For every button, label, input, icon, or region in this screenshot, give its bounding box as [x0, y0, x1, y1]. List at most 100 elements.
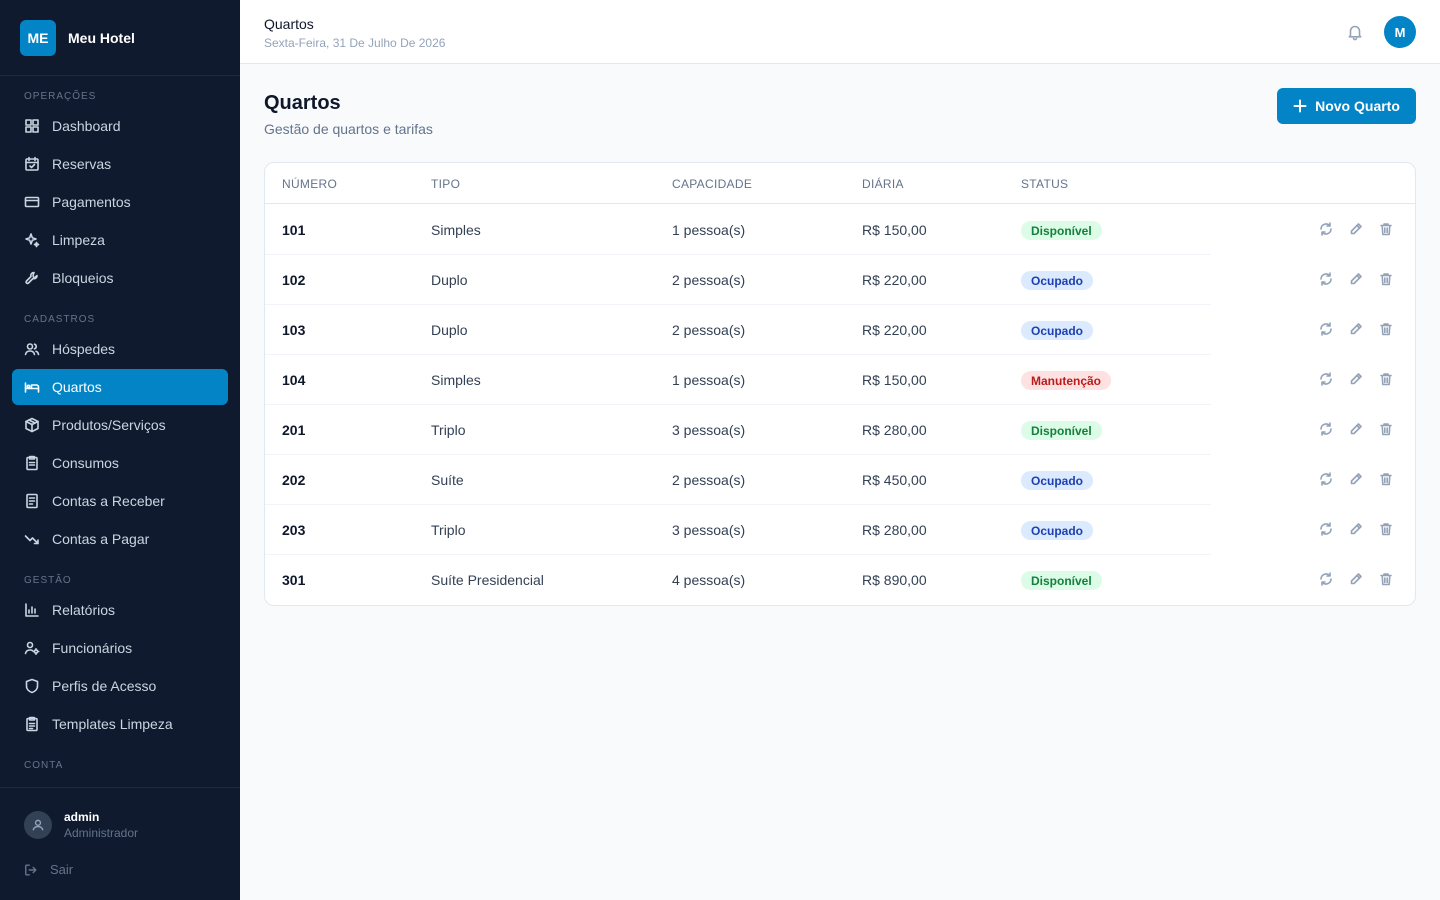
refresh-icon	[1319, 572, 1333, 590]
table-row[interactable]: 301 Suíte Presidencial 4 pessoa(s) R$ 890,0…	[265, 555, 1415, 605]
refresh-status-button[interactable]	[1319, 372, 1335, 388]
nav-section-conta: CONTA	[24, 760, 64, 771]
bed-icon	[24, 382, 40, 393]
page-title: Quartos	[264, 92, 341, 114]
delete-button[interactable]	[1379, 372, 1395, 388]
column-header-diaria[interactable]: DIÁRIA	[862, 177, 904, 191]
rooms-table: NÚMERO TIPO CAPACIDADE DIÁRIA STATUS 101…	[264, 162, 1416, 606]
refresh-status-button[interactable]	[1319, 272, 1335, 288]
table-header: NÚMERO TIPO CAPACIDADE DIÁRIA STATUS	[265, 163, 1415, 204]
brand-logo[interactable]: ME	[20, 19, 56, 56]
user-avatar-button[interactable]: M	[1384, 16, 1416, 48]
column-header-status[interactable]: STATUS	[1021, 177, 1068, 191]
column-header-capacidade[interactable]: CAPACIDADE	[672, 177, 752, 191]
pencil-icon	[1349, 523, 1363, 540]
edit-button[interactable]	[1349, 222, 1365, 238]
cell-diaria: R$ 280,00	[862, 422, 927, 438]
sidebar-item-bloqueios[interactable]: Bloqueios	[12, 260, 228, 296]
nav-section-operacoes: OPERAÇÕES	[24, 91, 97, 102]
package-icon	[25, 417, 39, 433]
pencil-icon	[1349, 373, 1363, 390]
bar-chart-icon	[25, 603, 39, 617]
table-row[interactable]: 103 Duplo 2 pessoa(s) R$ 220,00 Ocupado	[265, 305, 1415, 355]
refresh-status-button[interactable]	[1319, 222, 1335, 238]
cell-numero: 104	[282, 372, 306, 388]
edit-button[interactable]	[1349, 372, 1365, 388]
edit-button[interactable]	[1349, 472, 1365, 488]
edit-button[interactable]	[1349, 522, 1365, 538]
delete-button[interactable]	[1379, 472, 1395, 488]
sidebar-item-perfis-de-acesso[interactable]: Perfis de Acesso	[12, 668, 228, 704]
delete-button[interactable]	[1379, 522, 1395, 538]
delete-button[interactable]	[1379, 222, 1395, 238]
status-badge: Ocupado	[1021, 321, 1094, 340]
cell-tipo: Duplo	[431, 272, 468, 288]
sidebar-item-dashboard[interactable]: Dashboard	[12, 108, 228, 144]
cell-tipo: Suíte	[431, 472, 464, 488]
refresh-icon	[1319, 372, 1333, 390]
user-profile[interactable]: admin Administrador	[24, 810, 138, 840]
pencil-icon	[1349, 473, 1363, 490]
edit-button[interactable]	[1349, 572, 1365, 588]
delete-button[interactable]	[1379, 322, 1395, 338]
table-row[interactable]: 203 Triplo 3 pessoa(s) R$ 280,00 Ocupado	[265, 505, 1415, 555]
cell-numero: 202	[282, 472, 306, 488]
avatar	[24, 811, 52, 839]
edit-button[interactable]	[1349, 322, 1365, 338]
sparkles-icon	[25, 233, 40, 248]
topbar-date: Sexta-Feira, 31 De Julho De 2026	[264, 36, 446, 50]
sidebar-item-label: Perfis de Acesso	[52, 678, 157, 694]
refresh-status-button[interactable]	[1319, 572, 1335, 588]
table-row[interactable]: 202 Suíte 2 pessoa(s) R$ 450,00 Ocupado	[265, 455, 1415, 505]
column-header-tipo[interactable]: TIPO	[431, 177, 460, 191]
brand: ME Meu Hotel	[0, 0, 240, 76]
table-row[interactable]: 104 Simples 1 pessoa(s) R$ 150,00 Manutenção	[265, 355, 1415, 405]
refresh-icon	[1319, 422, 1333, 440]
new-room-button[interactable]: Novo Quarto	[1277, 88, 1416, 124]
sidebar-item-funcionarios[interactable]: Funcionários	[12, 630, 228, 666]
sidebar-item-produtos-servicos[interactable]: Produtos/Serviços	[12, 407, 228, 443]
nav-section-cadastros: CADASTROS	[24, 314, 96, 325]
brand-name: Meu Hotel	[68, 29, 135, 46]
status-badge: Disponível	[1021, 221, 1102, 240]
plus-icon	[1293, 99, 1307, 113]
cell-diaria: R$ 220,00	[862, 322, 927, 338]
user-role: Administrador	[64, 826, 139, 840]
cell-capacidade: 2 pessoa(s)	[672, 322, 746, 338]
sidebar-item-contas-a-pagar[interactable]: Contas a Pagar	[12, 521, 228, 557]
logout-button[interactable]: Sair	[24, 862, 73, 877]
edit-button[interactable]	[1349, 272, 1365, 288]
status-badge: Ocupado	[1021, 271, 1094, 290]
sidebar-item-limpeza[interactable]: Limpeza	[12, 222, 228, 258]
sidebar-item-templates-limpeza[interactable]: Templates Limpeza	[12, 706, 228, 742]
table-row[interactable]: 201 Triplo 3 pessoa(s) R$ 280,00 Disponível	[265, 405, 1415, 455]
table-row[interactable]: 102 Duplo 2 pessoa(s) R$ 220,00 Ocupado	[265, 255, 1415, 305]
refresh-status-button[interactable]	[1319, 472, 1335, 488]
pencil-icon	[1349, 273, 1363, 290]
refresh-icon	[1319, 322, 1333, 340]
cell-capacidade: 3 pessoa(s)	[672, 422, 746, 438]
notifications-button[interactable]	[1346, 23, 1364, 41]
sidebar-item-consumos[interactable]: Consumos	[12, 445, 228, 481]
nav-section-gestao: GESTÃO	[24, 575, 72, 586]
bell-icon	[1348, 25, 1362, 41]
delete-button[interactable]	[1379, 272, 1395, 288]
sidebar-item-hospedes[interactable]: Hóspedes	[12, 331, 228, 367]
refresh-status-button[interactable]	[1319, 322, 1335, 338]
sidebar-item-relatorios[interactable]: Relatórios	[12, 592, 228, 628]
sidebar-item-reservas[interactable]: Reservas	[12, 146, 228, 182]
refresh-status-button[interactable]	[1319, 522, 1335, 538]
table-row[interactable]: 101 Simples 1 pessoa(s) R$ 150,00 Disponível	[265, 205, 1415, 255]
logout-icon	[25, 863, 37, 876]
column-header-numero[interactable]: NÚMERO	[282, 177, 337, 191]
sidebar-item-contas-a-receber[interactable]: Contas a Receber	[12, 483, 228, 519]
sidebar-item-quartos[interactable]: Quartos	[12, 369, 228, 405]
credit-card-icon	[24, 196, 40, 208]
sidebar-item-pagamentos[interactable]: Pagamentos	[12, 184, 228, 220]
delete-button[interactable]	[1379, 572, 1395, 588]
delete-button[interactable]	[1379, 422, 1395, 438]
refresh-status-button[interactable]	[1319, 422, 1335, 438]
cell-numero: 102	[282, 272, 306, 288]
edit-button[interactable]	[1349, 422, 1365, 438]
cell-diaria: R$ 280,00	[862, 522, 927, 538]
